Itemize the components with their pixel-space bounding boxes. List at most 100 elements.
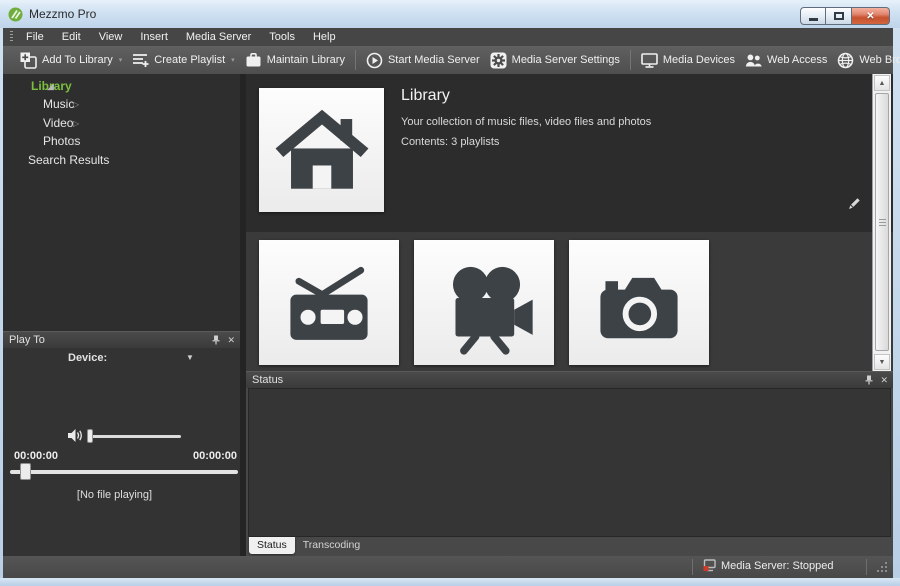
library-tree: ◢ Library ▷ Music ▷ Video ▷ Photos Searc… xyxy=(3,74,240,331)
expander-collapsed-icon[interactable]: ▷ xyxy=(73,100,79,109)
seek-slider-thumb[interactable] xyxy=(20,463,31,480)
movie-camera-icon xyxy=(432,251,536,355)
tab-transcoding[interactable]: Transcoding xyxy=(295,537,368,554)
tree-item-photos[interactable]: ▷ Photos xyxy=(43,132,80,150)
toolbar-separator xyxy=(630,50,631,70)
photos-tile[interactable] xyxy=(569,240,709,365)
scroll-down-button[interactable]: ▼ xyxy=(874,354,890,370)
minimize-icon xyxy=(809,18,818,21)
vertical-scrollbar[interactable]: ▲ ▼ xyxy=(872,74,891,371)
web-browser-label: Web Browser xyxy=(859,54,900,66)
window-frame-right xyxy=(893,28,900,578)
tree-item-search-results[interactable]: Search Results xyxy=(28,151,109,169)
minimize-button[interactable] xyxy=(800,7,826,25)
toolbar-separator xyxy=(355,50,356,70)
create-playlist-label: Create Playlist xyxy=(154,54,225,66)
scroll-down-icon: ▼ xyxy=(879,359,886,366)
menu-edit[interactable]: Edit xyxy=(53,28,90,46)
window-controls: ✕ xyxy=(800,7,890,25)
tree-item-music-label: Music xyxy=(43,97,74,111)
start-media-server-button[interactable]: Start Media Server xyxy=(361,48,485,72)
edit-pencil-icon[interactable] xyxy=(846,196,862,212)
media-server-status-icon xyxy=(703,559,716,572)
app-logo-icon xyxy=(8,7,23,22)
resize-grip[interactable] xyxy=(877,562,889,574)
media-server-status: Media Server: Stopped xyxy=(703,559,834,572)
expander-collapsed-icon[interactable]: ▷ xyxy=(73,119,79,128)
status-panel-header[interactable]: Status ✕ xyxy=(246,371,893,388)
add-to-library-button[interactable]: Add To Library ▾ xyxy=(15,48,127,72)
maintain-library-label: Maintain Library xyxy=(267,54,345,66)
add-to-library-icon xyxy=(20,52,37,69)
menu-grip-handle[interactable] xyxy=(10,31,13,43)
status-panel: Status ✕ Status Transcoding xyxy=(246,371,893,556)
window-title: Mezzmo Pro xyxy=(29,7,96,21)
volume-slider-track[interactable] xyxy=(88,435,181,438)
tree-item-video-label: Video xyxy=(43,116,73,130)
pin-icon[interactable] xyxy=(211,335,221,345)
resize-grip-icon xyxy=(877,562,879,564)
close-icon: ✕ xyxy=(866,11,874,22)
library-tiles-section xyxy=(246,232,893,371)
menu-view[interactable]: View xyxy=(90,28,132,46)
create-playlist-button[interactable]: Create Playlist ▾ xyxy=(127,48,239,72)
menu-media-server[interactable]: Media Server xyxy=(177,28,260,46)
status-tab-bar: Status Transcoding xyxy=(246,537,893,556)
maximize-button[interactable] xyxy=(826,7,852,25)
volume-icon[interactable] xyxy=(67,428,84,443)
scrollbar-thumb[interactable] xyxy=(875,93,889,351)
panel-close-icon[interactable]: ✕ xyxy=(880,372,888,389)
web-access-icon xyxy=(745,53,762,68)
maintain-library-button[interactable]: Maintain Library xyxy=(240,48,350,72)
expander-collapsed-icon[interactable]: ▷ xyxy=(73,137,79,146)
title-bar[interactable]: Mezzmo Pro ✕ xyxy=(0,0,900,28)
media-server-status-text: Media Server: Stopped xyxy=(721,560,834,572)
statusbar-separator xyxy=(866,559,867,575)
add-to-library-label: Add To Library xyxy=(42,54,113,66)
video-tile[interactable] xyxy=(414,240,554,365)
library-home-tile[interactable] xyxy=(259,88,384,212)
music-tile[interactable] xyxy=(259,240,399,365)
create-playlist-dropdown-icon[interactable]: ▾ xyxy=(231,56,235,64)
media-devices-label: Media Devices xyxy=(663,54,735,66)
main-content: Library Your collection of music files, … xyxy=(246,74,893,556)
menu-help[interactable]: Help xyxy=(304,28,345,46)
add-to-library-dropdown-icon[interactable]: ▾ xyxy=(119,56,123,64)
tree-item-library[interactable]: ◢ Library xyxy=(31,77,72,95)
web-access-button[interactable]: Web Access xyxy=(740,48,832,72)
page-subtitle: Your collection of music files, video fi… xyxy=(401,116,651,128)
window-frame-bottom xyxy=(0,578,900,586)
web-browser-button[interactable]: Web Browser xyxy=(832,48,900,72)
volume-slider-thumb[interactable] xyxy=(87,429,93,443)
toolbar: Add To Library ▾ Create Playlist ▾ Maint… xyxy=(3,46,893,74)
now-playing-text: [No file playing] xyxy=(3,489,226,501)
close-button[interactable]: ✕ xyxy=(852,7,890,25)
tree-item-video[interactable]: ▷ Video xyxy=(43,114,73,132)
pin-icon[interactable] xyxy=(864,375,874,385)
panel-close-icon[interactable]: ✕ xyxy=(227,332,235,349)
menu-tools[interactable]: Tools xyxy=(260,28,304,46)
seek-slider-track[interactable] xyxy=(10,470,238,474)
device-label: Device: xyxy=(68,352,107,364)
menu-file[interactable]: File xyxy=(17,28,53,46)
create-playlist-icon xyxy=(132,52,149,68)
play-to-panel-header[interactable]: Play To ✕ xyxy=(3,331,240,348)
start-media-server-label: Start Media Server xyxy=(388,54,480,66)
statusbar-separator xyxy=(692,559,693,575)
device-dropdown[interactable]: ▼ xyxy=(186,353,194,362)
contents-count: Contents: 3 playlists xyxy=(401,136,499,148)
tab-status[interactable]: Status xyxy=(249,537,295,554)
media-devices-icon xyxy=(641,52,658,68)
scrollbar-grip-icon xyxy=(879,219,886,226)
page-title: Library xyxy=(401,87,450,105)
tree-item-music[interactable]: ▷ Music xyxy=(43,95,74,113)
media-server-settings-button[interactable]: Media Server Settings xyxy=(485,48,625,72)
expander-expanded-icon[interactable]: ◢ xyxy=(47,81,54,92)
web-browser-icon xyxy=(837,52,854,69)
media-devices-button[interactable]: Media Devices xyxy=(636,48,740,72)
menu-insert[interactable]: Insert xyxy=(131,28,177,46)
start-media-server-icon xyxy=(366,52,383,69)
status-bar: Media Server: Stopped xyxy=(3,556,893,578)
scroll-up-button[interactable]: ▲ xyxy=(874,75,890,91)
library-view: Library Your collection of music files, … xyxy=(246,74,893,371)
